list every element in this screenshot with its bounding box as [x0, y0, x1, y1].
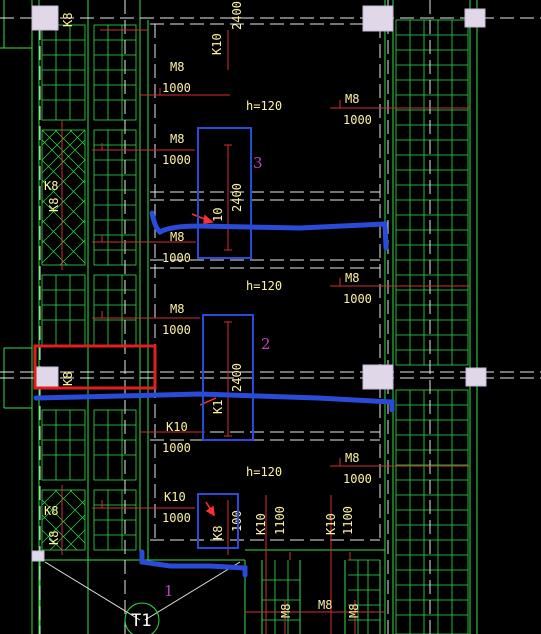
column-tr: [464, 8, 486, 28]
vertical-label: K8: [47, 198, 61, 212]
cad-drawing-viewport: h=120 h=120 h=120 M8 1000 M8 1000 M8 100…: [0, 0, 541, 634]
slab-thickness-label: h=120: [246, 279, 282, 293]
vertical-label: K8: [61, 13, 75, 27]
vertical-label: K1: [211, 400, 225, 414]
column-tm: [362, 5, 394, 32]
vertical-label: 2400: [230, 1, 244, 30]
vertical-label: K8: [47, 531, 61, 545]
slab-thickness-label: h=120: [246, 465, 282, 479]
bar-label: M8: [170, 132, 184, 146]
bar-spacing: 1000: [162, 511, 191, 525]
column-ml: [33, 366, 59, 390]
bar-spacing: 1000: [162, 153, 191, 167]
structural-plan-drawing: h=120 h=120 h=120 M8 1000 M8 1000 M8 100…: [0, 0, 541, 634]
column-tl: [31, 5, 59, 31]
bar-label: M8: [170, 302, 184, 316]
slab-thickness-label: h=120: [246, 99, 282, 113]
bar-label: M8: [345, 451, 359, 465]
bar-label: M8: [170, 60, 184, 74]
column-bl: [31, 550, 45, 562]
vertical-label: K10: [254, 513, 268, 535]
blue-stroke-1: [139, 549, 248, 578]
vertical-label: 10: [211, 208, 225, 222]
bar-label: M8: [345, 92, 359, 106]
vertical-label: K8: [211, 526, 225, 540]
vertical-label: K10: [324, 513, 338, 535]
vertical-label: 1100: [273, 506, 287, 535]
vertical-label: 1100: [341, 506, 355, 535]
column-mm: [362, 364, 394, 390]
hatched-cells: [41, 129, 86, 551]
vertical-label: K8: [44, 179, 58, 193]
vertical-label: 2400: [230, 183, 244, 212]
bar-label: K10: [166, 420, 188, 434]
vertical-label: M8: [279, 604, 293, 618]
bar-spacing: 1000: [162, 441, 191, 455]
vertical-label: 2400: [230, 363, 244, 392]
bar-label: K10: [164, 490, 186, 504]
vertical-label: K8: [44, 504, 58, 518]
vertical-label: M8: [347, 604, 361, 618]
rebar-lines: [61, 29, 470, 634]
marker-2: 2: [261, 335, 271, 353]
bar-label: M8: [345, 271, 359, 285]
bar-spacing: 1000: [343, 292, 372, 306]
vertical-labels: K10 2400 K8 K8 K8 K8 K8 K8 10 2400 2400 …: [44, 1, 361, 618]
bar-spacing: 1000: [343, 113, 372, 127]
blue-stroke-3: [149, 210, 389, 251]
bar-spacing: 1000: [343, 472, 372, 486]
bar-spacing: 1000: [162, 323, 191, 337]
column-mr: [465, 367, 487, 387]
marker-1: 1: [164, 582, 174, 600]
t1-label: T1: [131, 611, 151, 631]
vertical-label: K10: [210, 33, 224, 55]
left-cell-grids: [41, 24, 137, 551]
bar-spacing: 1000: [162, 251, 191, 265]
bar-label: M8: [170, 230, 184, 244]
marker-3: 3: [253, 154, 263, 172]
bar-label: M8: [318, 598, 332, 612]
bar-spacing: 1000: [162, 81, 191, 95]
vertical-label: K8: [61, 372, 75, 386]
